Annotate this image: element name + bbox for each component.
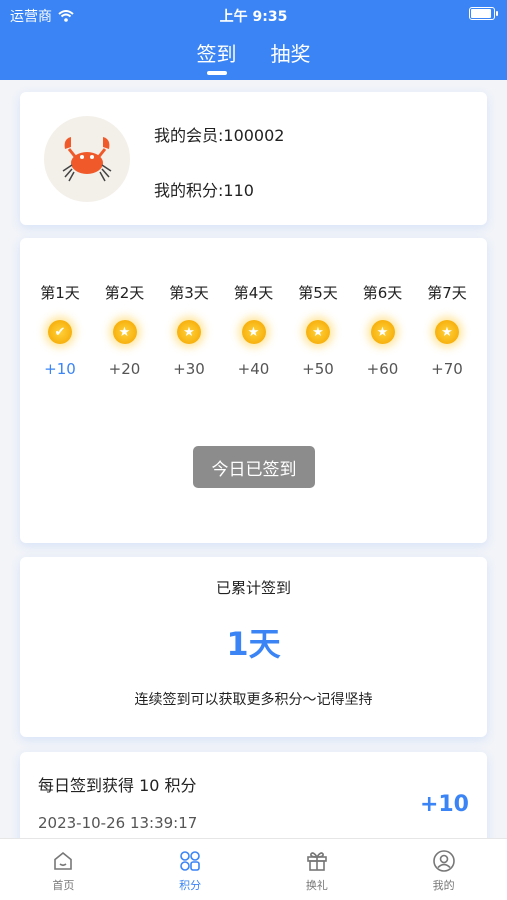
star-coin-icon: ★: [241, 320, 266, 344]
day-points: +60: [366, 360, 399, 378]
status-bar: 运营商 上午 9:35: [0, 0, 507, 28]
home-icon: [54, 851, 73, 870]
checkin-day: 第4天 ★ +40: [222, 282, 286, 378]
checkin-day: 第3天 ★ +30: [157, 282, 221, 378]
checkin-card: 第1天 ✔ +10 第2天 ★ +20 第3天 ★ +30 第4天 ★ +40 …: [20, 238, 487, 543]
star-coin-icon: ★: [370, 320, 395, 344]
bottom-tabbar: 首页 积分 换礼 我的: [0, 838, 507, 900]
day-label: 第1天: [40, 284, 80, 302]
day-points: +10: [44, 360, 76, 378]
points-balance: 我的积分:110: [154, 181, 254, 200]
record-title: 每日签到获得 10 积分: [38, 776, 197, 795]
total-days: 1天: [226, 625, 281, 663]
tabbar-label: 首页: [52, 879, 75, 892]
tabbar-profile[interactable]: 我的: [380, 839, 507, 900]
crab-icon: [62, 137, 112, 182]
day-label: 第3天: [169, 284, 209, 302]
total-checkin-card: 已累计签到 1天 连续签到可以获取更多积分～记得坚持: [20, 557, 487, 737]
star-coin-icon: ★: [177, 320, 201, 344]
tabbar-label: 换礼: [305, 879, 328, 892]
avatar: [44, 116, 130, 202]
app-header: 运营商 上午 9:35 签到 抽奖: [0, 0, 507, 80]
record-time: 2023-10-26 13:39:17: [38, 814, 198, 832]
checkin-day: 第2天 ★ +20: [93, 282, 157, 378]
day-label: 第2天: [104, 284, 145, 302]
tab-checkin[interactable]: 签到: [195, 38, 239, 67]
day-label: 第4天: [233, 284, 274, 302]
checkin-day: 第5天 ★ +50: [286, 282, 350, 378]
profile-icon: [432, 850, 455, 872]
checkin-day: 第6天 ★ +60: [351, 282, 415, 378]
day-points: +40: [237, 360, 270, 378]
membership-id: 我的会员:100002: [154, 126, 285, 145]
battery-level: [471, 9, 491, 18]
checkin-day: 第7天 ★ +70: [415, 282, 479, 378]
status-time: 上午 9:35: [219, 9, 288, 25]
star-coin-icon: ★: [435, 320, 459, 344]
tab-lottery[interactable]: 抽奖: [269, 38, 313, 67]
signed-today-button[interactable]: 今日已签到: [193, 446, 315, 488]
star-coin-icon: ★: [112, 320, 137, 344]
gift-icon: [307, 852, 327, 871]
total-title: 已累计签到: [215, 579, 291, 597]
tabbar-home[interactable]: 首页: [0, 839, 127, 900]
tabbar-label: 积分: [179, 879, 202, 892]
day-points: +20: [108, 360, 141, 378]
total-tip: 连续签到可以获取更多积分～记得坚持: [134, 692, 373, 708]
day-label: 第6天: [362, 284, 403, 302]
battery-icon: [469, 7, 498, 20]
grid-icon: [180, 851, 200, 871]
member-card: 我的会员:100002 我的积分:110: [20, 92, 487, 225]
check-icon: ✔: [48, 320, 72, 344]
tabbar-gifts[interactable]: 换礼: [254, 839, 381, 900]
day-points: +70: [431, 360, 463, 378]
day-points: +50: [302, 360, 334, 378]
checkin-days: 第1天 ✔ +10 第2天 ★ +20 第3天 ★ +30 第4天 ★ +40 …: [28, 282, 479, 378]
record-points: +10: [419, 792, 469, 817]
top-tabs: 签到 抽奖: [0, 38, 507, 67]
day-label: 第5天: [298, 284, 338, 302]
checkin-day: 第1天 ✔ +10: [28, 282, 92, 378]
day-label: 第7天: [427, 284, 467, 302]
day-points: +30: [173, 360, 205, 378]
tabbar-label: 我的: [432, 879, 455, 892]
star-coin-icon: ★: [306, 320, 330, 344]
tabbar-points[interactable]: 积分: [127, 839, 254, 900]
